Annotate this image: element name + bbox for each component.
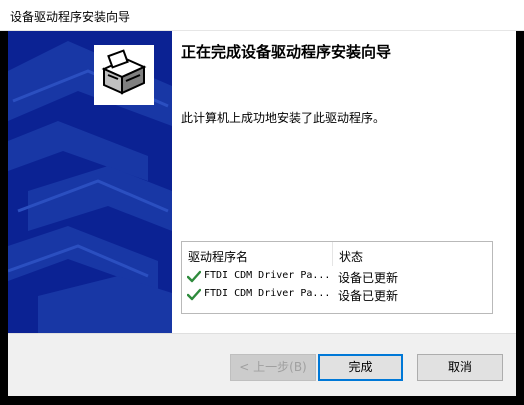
success-message: 此计算机上成功地安装了此驱动程序。 <box>181 111 386 125</box>
green-check-icon <box>187 270 201 283</box>
wizard-sidebar-banner <box>8 31 172 333</box>
driver-status: 设备已更新 <box>338 271 399 285</box>
wizard-main-panel: 正在完成设备驱动程序安装向导 此计算机上成功地安装了此驱动程序。 驱动程序名 状… <box>172 31 516 333</box>
driver-list[interactable]: 驱动程序名 状态 FTDI CDM Driver Pa... 设备已更新 FTD… <box>181 241 493 314</box>
driver-list-row[interactable]: FTDI CDM Driver Pa... 设备已更新 <box>182 268 492 286</box>
cancel-button[interactable]: 取消 <box>417 354 503 381</box>
title-bar[interactable]: 设备驱动程序安装向导 <box>0 0 524 31</box>
finish-button[interactable]: 完成 <box>318 354 403 381</box>
driver-status: 设备已更新 <box>338 289 399 303</box>
hardware-device-icon <box>94 45 154 105</box>
column-header-status[interactable]: 状态 <box>339 248 363 265</box>
back-button[interactable]: < 上一步(B) <box>230 354 316 381</box>
driver-list-row[interactable]: FTDI CDM Driver Pa... 设备已更新 <box>182 286 492 304</box>
column-header-driver-name[interactable]: 驱动程序名 <box>188 248 248 265</box>
driver-name: FTDI CDM Driver Pa... <box>204 270 331 281</box>
driver-name: FTDI CDM Driver Pa... <box>204 288 331 299</box>
wizard-heading: 正在完成设备驱动程序安装向导 <box>181 43 392 61</box>
window-title: 设备驱动程序安装向导 <box>10 10 131 24</box>
wizard-content: 正在完成设备驱动程序安装向导 此计算机上成功地安装了此驱动程序。 驱动程序名 状… <box>8 31 516 333</box>
driver-list-header: 驱动程序名 状态 <box>182 242 492 266</box>
green-check-icon <box>187 288 201 301</box>
wizard-button-bar: < 上一步(B) 完成 取消 <box>8 333 516 396</box>
driver-install-wizard-window: 设备驱动程序安装向导 正在完成设备驱动程序安装向导 此计算机上成功地安装了此驱动… <box>0 0 524 405</box>
column-divider[interactable] <box>332 242 333 266</box>
